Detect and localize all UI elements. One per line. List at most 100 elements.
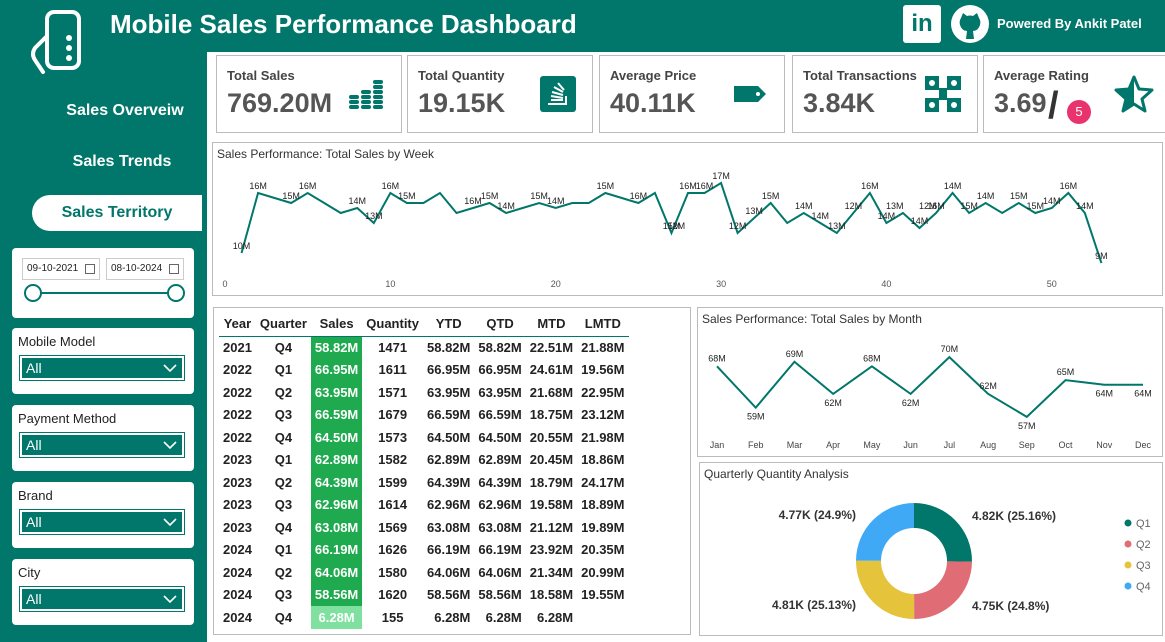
matrix-cell-lmtd: 19.89M [581, 519, 625, 535]
matrix-header-row: Year Quarter Sales Quantity YTD QTD MTD LMTD [219, 312, 629, 337]
data-label: 16M [696, 181, 714, 191]
data-label: 15M [481, 191, 499, 201]
matrix-header-quantity[interactable]: Quantity [362, 312, 423, 337]
mobile-model-dropdown[interactable]: All [19, 355, 185, 381]
matrix-cell-year: 2022 [223, 384, 252, 400]
nav-label: Sales Trends [72, 153, 172, 170]
start-date-value: 09-10-2021 [27, 263, 79, 274]
end-date-value: 08-10-2024 [111, 263, 163, 274]
matrix-cell-quarter: Q4 [274, 340, 293, 355]
data-label: 62M [824, 398, 842, 408]
matrix-header-sales[interactable]: Sales [310, 312, 363, 337]
data-label: 15M [960, 201, 978, 211]
matrix-cell-quantity: 1573 [378, 429, 408, 445]
table-row: 2023 Q3 62.96M 1614 62.96M 62.96M 19.58M 18.89M [219, 493, 629, 516]
matrix-cell-ytd: 58.82M [427, 340, 471, 355]
kpi-total-quantity: Total Quantity 19.15K [407, 55, 593, 133]
matrix-cell-quarter: Q1 [274, 452, 293, 468]
data-label: 14M [547, 196, 565, 206]
matrix-header-mtd[interactable]: MTD [525, 312, 578, 337]
payment-method-dropdown[interactable]: All [19, 432, 185, 458]
matrix-cell-quantity: 1626 [378, 542, 408, 558]
matrix-cell-lmtd: 19.56M [581, 362, 625, 378]
matrix-cell-quantity: 1580 [378, 564, 408, 580]
nav-sales-overview[interactable]: Sales Overveiw [40, 102, 210, 120]
monthly-sales-line [716, 355, 1143, 419]
data-label: 16M [630, 191, 648, 201]
data-label: 13M [828, 221, 846, 231]
matrix-cell-mtd: 24.61M [529, 362, 574, 378]
matrix-header-qtd[interactable]: QTD [474, 312, 526, 337]
data-label: 14M [977, 191, 995, 201]
table-row: 2021 Q4 58.82M 1471 58.82M 58.82M 22.51M 21.88M [219, 336, 629, 359]
matrix-header-quarter[interactable]: Quarter [255, 312, 311, 337]
matrix-cell-qtd: 58.56M [478, 587, 522, 603]
matrix-cell-lmtd: 21.98M [581, 429, 625, 445]
matrix-header-lmtd[interactable]: LMTD [577, 312, 629, 337]
matrix-cell-quarter: Q4 [274, 519, 293, 535]
data-label: 15M [1026, 201, 1044, 211]
data-label: 9M [1095, 251, 1108, 261]
matrix-cell-sales: 62.96M [310, 493, 363, 516]
matrix-cell-quarter: Q1 [274, 362, 293, 378]
nav-sales-trends[interactable]: Sales Trends [37, 153, 207, 171]
matrix-cell-quantity: 1471 [378, 340, 408, 355]
matrix-cell-sales: 6.28M [310, 606, 363, 629]
matrix-cell-sales: 64.50M [310, 426, 363, 449]
monthly-sales-plot: 68M 59M 69M 62M 68M 62M 70M 62M 57M 65M 64M 64M Jan F… [708, 344, 1152, 450]
matrix-header-year[interactable]: Year [219, 312, 256, 337]
matrix-cell-mtd: 21.12M [529, 519, 574, 535]
matrix-cell-qtd: 66.59M [478, 407, 522, 423]
kpi-label: Total Quantity [418, 68, 505, 83]
matrix-cell-year: 2021 [223, 340, 252, 355]
kpi-value: 769.20M [227, 88, 333, 118]
nav-label: Sales Overveiw [66, 102, 184, 119]
matrix-cell-qtd: 63.95M [478, 384, 522, 400]
linkedin-icon[interactable]: in [903, 5, 941, 43]
range-handle-end[interactable] [167, 284, 185, 302]
matrix-header-ytd[interactable]: YTD [423, 312, 475, 337]
matrix-cell-sales: 58.56M [310, 583, 363, 606]
city-dropdown[interactable]: All [19, 586, 185, 612]
matrix-cell-quarter: Q4 [274, 429, 293, 445]
end-date-input[interactable]: 08-10-2024 [106, 258, 184, 280]
x-tick-label: 30 [716, 279, 726, 289]
matrix-cell-quantity: 1611 [378, 362, 407, 378]
start-date-input[interactable]: 09-10-2021 [22, 258, 100, 280]
data-label: 14M [349, 196, 367, 206]
data-label: 14M [911, 216, 929, 226]
sales-matrix-table: Year Quarter Sales Quantity YTD QTD MTD LMTD 20… [219, 312, 629, 629]
chevron-down-icon [163, 364, 177, 373]
nav-sales-territory[interactable]: Sales Territory [32, 195, 202, 231]
matrix-cell-lmtd: 21.88M [581, 340, 625, 355]
matrix-cell-quantity: 1614 [378, 497, 408, 513]
sales-matrix: Year Quarter Sales Quantity YTD QTD MTD LMTD 20… [213, 307, 691, 635]
data-label: 4.81K (25.13%) [772, 598, 856, 612]
data-label: 16M [679, 181, 697, 191]
brand-dropdown[interactable]: All [19, 509, 185, 535]
matrix-cell-sales: 64.06M [310, 561, 363, 584]
x-tick-label: Apr [826, 440, 840, 450]
data-label: 14M [812, 211, 830, 221]
matrix-cell-qtd: 64.50M [478, 429, 522, 445]
matrix-cell-year: 2023 [223, 474, 252, 490]
matrix-cell-lmtd: 18.89M [581, 497, 625, 513]
range-handle-start[interactable] [24, 284, 42, 302]
x-tick-label: 10 [385, 279, 395, 289]
x-tick-label: May [863, 440, 881, 450]
data-label: 4.75K (24.8%) [972, 599, 1049, 613]
table-row: 2023 Q2 64.39M 1599 64.39M 64.39M 18.79M 24.17M [219, 471, 629, 494]
x-tick-label: Aug [980, 440, 996, 450]
data-label: 62M [979, 381, 997, 391]
matrix-cell-lmtd: 19.55M [581, 587, 625, 603]
slicer-title: Mobile Model [18, 334, 96, 349]
star-icon [1114, 75, 1154, 113]
legend-label: Q1 [1136, 518, 1151, 530]
weekly-sales-plot: 10M16M 16M15M 14M13M16M15M 16M 15M14M15M 14M1… [222, 171, 1108, 289]
x-tick-label: 0 [222, 279, 227, 289]
matrix-cell-year: 2022 [223, 429, 252, 445]
github-icon[interactable] [950, 4, 990, 44]
matrix-cell-qtd: 6.28M [485, 609, 522, 625]
data-label: 16M [249, 181, 267, 191]
data-label: 12M [729, 221, 747, 231]
